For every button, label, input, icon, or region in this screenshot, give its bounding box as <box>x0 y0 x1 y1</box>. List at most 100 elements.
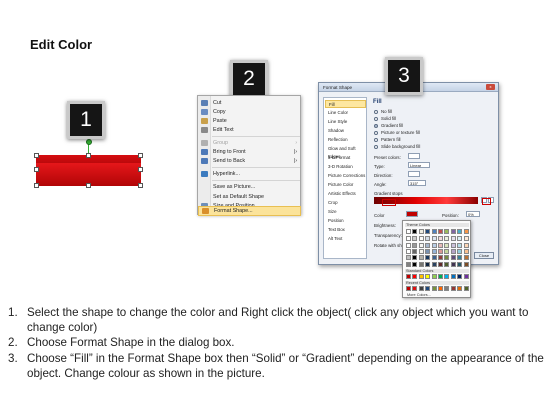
resize-handle[interactable] <box>138 183 143 188</box>
color-swatch[interactable] <box>438 242 443 248</box>
color-swatch[interactable] <box>463 248 469 254</box>
color-swatch[interactable] <box>438 236 443 242</box>
nav-reflection[interactable]: Reflection <box>325 136 366 144</box>
color-swatch[interactable] <box>463 236 469 242</box>
menu-item-format-shape[interactable]: Format Shape... <box>198 206 301 216</box>
preset-dropdown[interactable] <box>408 153 420 159</box>
color-swatch[interactable] <box>412 242 418 248</box>
resize-handle[interactable] <box>34 167 39 172</box>
color-swatch[interactable] <box>438 255 443 261</box>
radio-picture-fill[interactable]: Picture or texture fill <box>374 130 420 135</box>
color-swatch[interactable] <box>450 229 456 234</box>
menu-item-group[interactable]: Group › <box>198 138 301 147</box>
nav-text-box[interactable]: Text Box <box>325 226 366 234</box>
color-swatch[interactable] <box>457 229 463 234</box>
color-swatch[interactable] <box>450 274 456 279</box>
menu-item-send-back[interactable]: Send to Back |› <box>198 156 301 165</box>
color-swatch[interactable] <box>418 248 424 254</box>
color-swatch[interactable] <box>425 236 431 242</box>
menu-item-edit-text[interactable]: Edit Text <box>198 125 301 134</box>
nav-shadow[interactable]: Shadow <box>325 127 366 135</box>
nav-picture-corrections[interactable]: Picture Corrections <box>325 172 366 180</box>
color-swatch[interactable] <box>444 255 450 261</box>
color-swatch[interactable] <box>444 274 450 279</box>
color-swatch[interactable] <box>418 229 424 234</box>
color-swatch[interactable] <box>425 255 431 261</box>
rotation-handle[interactable] <box>86 139 92 145</box>
color-swatch[interactable] <box>438 229 443 234</box>
menu-item-hyperlink[interactable]: Hyperlink... <box>198 169 301 178</box>
radio-button[interactable] <box>374 130 378 135</box>
color-swatch[interactable] <box>425 229 431 234</box>
color-swatch[interactable] <box>444 242 450 248</box>
close-icon[interactable]: x <box>486 84 495 90</box>
nav-alt-text[interactable]: Alt Text <box>325 235 366 243</box>
color-swatch[interactable] <box>463 261 469 267</box>
color-swatch[interactable] <box>457 242 463 248</box>
color-swatch[interactable] <box>438 286 443 291</box>
color-swatch[interactable] <box>418 242 424 248</box>
color-swatch[interactable] <box>412 255 418 261</box>
color-swatch[interactable] <box>450 242 456 248</box>
color-swatch[interactable] <box>463 255 469 261</box>
resize-handle[interactable] <box>138 167 143 172</box>
color-swatch[interactable] <box>425 242 431 248</box>
color-swatch[interactable] <box>406 229 411 234</box>
color-swatch[interactable] <box>431 248 437 254</box>
color-swatch[interactable] <box>406 248 411 254</box>
close-button[interactable]: Close <box>474 252 494 259</box>
color-swatch[interactable] <box>457 236 463 242</box>
menu-item-bring-front[interactable]: Bring to Front |› <box>198 147 301 156</box>
color-swatch[interactable] <box>463 242 469 248</box>
color-swatch[interactable] <box>425 248 431 254</box>
color-swatch[interactable] <box>412 236 418 242</box>
radio-button[interactable] <box>374 123 378 128</box>
menu-item-copy[interactable]: Copy <box>198 107 301 116</box>
nav-position[interactable]: Position <box>325 217 366 225</box>
color-swatch[interactable] <box>463 286 469 291</box>
color-swatch[interactable] <box>418 236 424 242</box>
color-swatch[interactable] <box>431 274 437 279</box>
color-swatch[interactable] <box>444 286 450 291</box>
resize-handle[interactable] <box>138 153 143 158</box>
menu-item-cut[interactable]: Cut <box>198 98 301 107</box>
type-dropdown[interactable]: Linear <box>408 162 430 168</box>
radio-button[interactable] <box>374 144 378 149</box>
color-swatch[interactable] <box>463 274 469 279</box>
color-swatch[interactable] <box>444 261 450 267</box>
radio-solid-fill[interactable]: Solid fill <box>374 116 396 121</box>
color-swatch[interactable] <box>406 255 411 261</box>
color-swatch[interactable] <box>438 274 443 279</box>
color-swatch[interactable] <box>444 248 450 254</box>
color-swatch[interactable] <box>425 274 431 279</box>
color-button[interactable] <box>406 211 418 217</box>
color-swatch[interactable] <box>463 229 469 234</box>
color-swatch[interactable] <box>450 286 456 291</box>
color-swatch[interactable] <box>418 286 424 291</box>
resize-handle[interactable] <box>86 183 91 188</box>
resize-handle[interactable] <box>86 153 91 158</box>
more-colors-link[interactable]: More Colors... <box>407 293 431 297</box>
color-swatch[interactable] <box>444 229 450 234</box>
radio-button[interactable] <box>374 116 378 121</box>
color-swatch[interactable] <box>431 255 437 261</box>
color-swatch[interactable] <box>431 242 437 248</box>
resize-handle[interactable] <box>34 183 39 188</box>
color-swatch[interactable] <box>418 255 424 261</box>
menu-item-save-picture[interactable]: Save as Picture... <box>198 182 301 191</box>
color-swatch[interactable] <box>406 261 411 267</box>
color-swatch[interactable] <box>431 286 437 291</box>
color-swatch[interactable] <box>418 261 424 267</box>
color-swatch[interactable] <box>450 248 456 254</box>
radio-gradient-fill[interactable]: Gradient fill <box>374 123 403 128</box>
radio-pattern-fill[interactable]: Pattern fill <box>374 137 401 142</box>
nav-line-color[interactable]: Line Color <box>325 109 366 117</box>
radio-slide-background[interactable]: Slide background fill <box>374 144 420 149</box>
radio-button[interactable] <box>374 137 378 142</box>
color-swatch[interactable] <box>431 261 437 267</box>
nav-line-style[interactable]: Line Style <box>325 118 366 126</box>
color-swatch[interactable] <box>438 261 443 267</box>
color-swatch[interactable] <box>425 261 431 267</box>
color-swatch[interactable] <box>457 286 463 291</box>
nav-fill[interactable]: Fill <box>325 100 366 108</box>
